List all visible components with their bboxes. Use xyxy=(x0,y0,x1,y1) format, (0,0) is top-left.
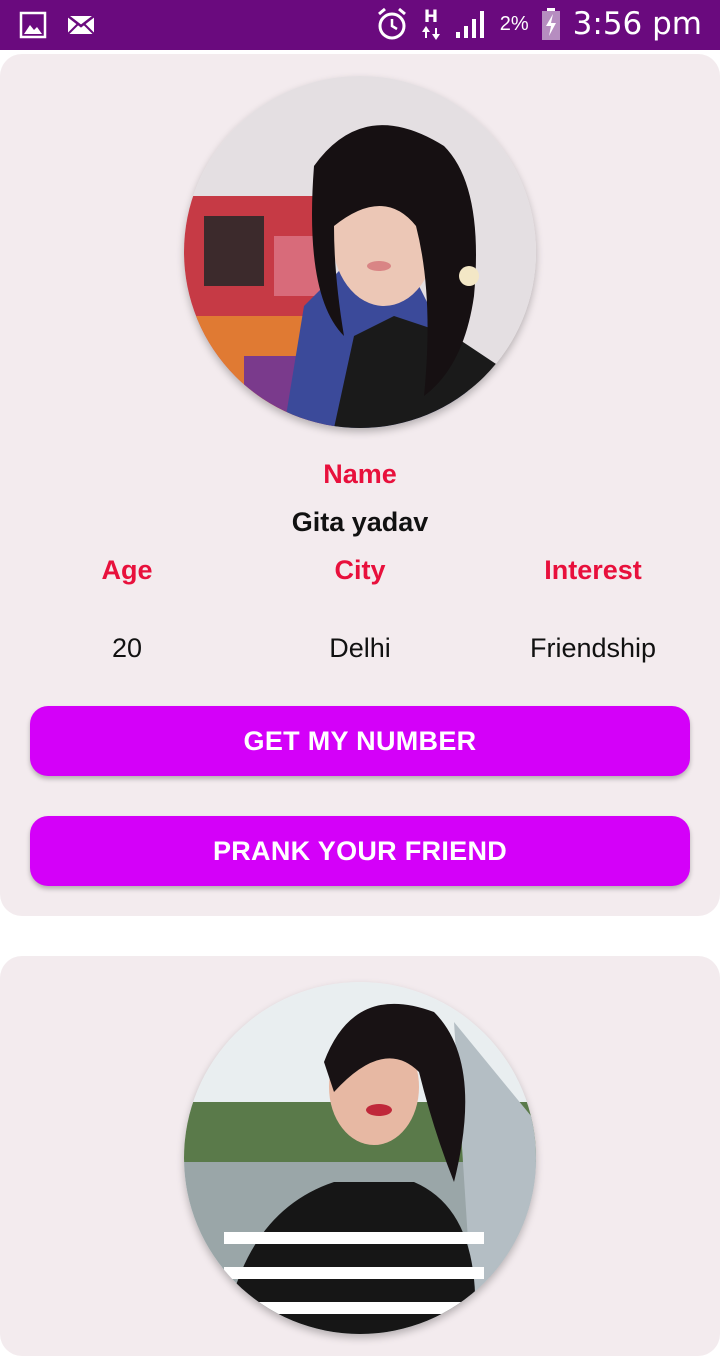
get-my-number-button[interactable]: GET MY NUMBER xyxy=(30,706,690,776)
age-label: Age xyxy=(101,555,153,585)
signal-icon xyxy=(454,8,488,40)
interest-value: Friendship xyxy=(529,633,657,663)
mail-icon xyxy=(66,10,96,40)
prank-your-friend-button[interactable]: PRANK YOUR FRIEND xyxy=(30,816,690,886)
alarm-icon xyxy=(376,7,408,41)
network-h-icon: H xyxy=(420,6,442,42)
profile-card: Name Gita yadav Age City Interest 20 Del… xyxy=(0,54,720,916)
battery-percent: 2% xyxy=(499,12,529,35)
age-value: 20 xyxy=(111,633,143,663)
profile-photo[interactable] xyxy=(184,982,536,1334)
profile-card xyxy=(0,956,720,1356)
gallery-icon xyxy=(18,10,48,40)
status-bar: H 2% 3:56 pm xyxy=(0,0,720,50)
svg-text:H: H xyxy=(424,7,438,27)
clock: 3:56 pm xyxy=(572,6,702,42)
profile-name: Gita yadav xyxy=(291,507,429,537)
name-label: Name xyxy=(323,459,397,489)
city-value: Delhi xyxy=(329,633,391,663)
city-label: City xyxy=(334,555,386,585)
profile-photo[interactable] xyxy=(184,76,536,428)
battery-charging-icon xyxy=(541,7,561,41)
interest-label: Interest xyxy=(544,555,642,585)
